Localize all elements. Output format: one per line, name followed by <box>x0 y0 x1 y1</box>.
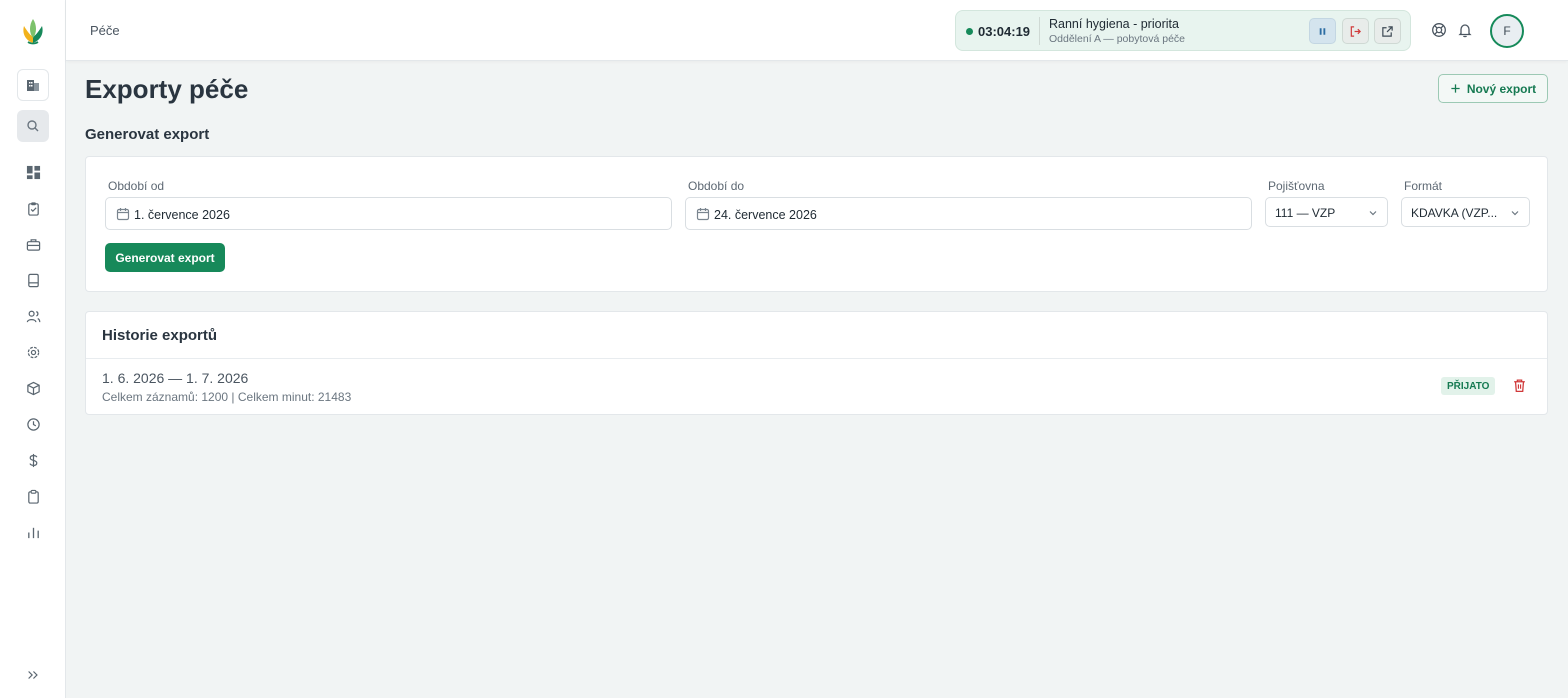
sidebar-item-facility[interactable] <box>17 69 49 101</box>
history-title: Historie exportů <box>102 327 218 344</box>
timer-running-indicator <box>966 28 973 35</box>
building-icon <box>27 80 39 91</box>
export-date-range: 1. 6. 2026 — 1. 7. 2026 <box>102 370 249 386</box>
sidebar-item-tasks[interactable] <box>23 198 43 218</box>
external-link-icon <box>1382 25 1393 37</box>
generate-export-card: Období od 1. července 2026 Období do 24.… <box>85 156 1548 292</box>
dollar-icon <box>28 453 37 467</box>
insurer-value: 111 — VZP <box>1275 206 1336 220</box>
sidebar-item-records[interactable] <box>23 270 43 290</box>
chevron-down-icon <box>1369 211 1377 216</box>
sidebar-item-services[interactable] <box>23 234 43 254</box>
format-select[interactable]: KDAVKA (VZP... <box>1401 197 1530 227</box>
sidebar-item-statistics[interactable] <box>23 522 43 542</box>
period-from-input[interactable]: 1. července 2026 <box>105 197 672 230</box>
timer-task-subtitle: Oddělení A — pobytová péče <box>1049 33 1186 45</box>
format-value: KDAVKA (VZP... <box>1411 206 1498 220</box>
timer-elapsed: 03:04:19 <box>978 24 1031 39</box>
book-icon <box>27 273 39 287</box>
settings-icon <box>27 346 39 358</box>
app-logo[interactable] <box>19 16 47 46</box>
calendar-icon <box>116 208 130 221</box>
user-avatar[interactable]: F <box>1490 14 1524 48</box>
export-summary: Celkem záznamů: 1200 | Celkem minut: 214… <box>102 390 352 404</box>
dashboard-icon <box>26 165 40 179</box>
period-to-value: 24. července 2026 <box>714 208 817 222</box>
sidebar-item-history[interactable] <box>23 414 43 434</box>
lifebuoy-icon <box>1432 23 1446 37</box>
package-icon <box>26 381 40 395</box>
clipboard-check-icon <box>27 201 39 216</box>
calendar-icon <box>696 208 710 221</box>
insurer-label: Pojišťovna <box>1268 179 1325 193</box>
bell-icon <box>1458 24 1472 38</box>
timer-stop-button[interactable] <box>1342 18 1369 44</box>
users-icon <box>26 310 40 322</box>
period-from-label: Období od <box>108 179 165 193</box>
chevrons-right-icon <box>28 671 38 679</box>
search-icon <box>27 120 39 132</box>
period-from-value: 1. července 2026 <box>134 208 230 222</box>
clipboard-icon <box>27 489 39 504</box>
trash-icon[interactable] <box>1512 378 1527 393</box>
notifications-button[interactable] <box>1456 21 1474 39</box>
help-button[interactable] <box>1430 21 1448 39</box>
history-divider <box>86 358 1547 359</box>
timer-task-title: Ranní hygiena - priorita <box>1049 17 1179 31</box>
sidebar-item-billing[interactable] <box>23 450 43 470</box>
insurer-select[interactable]: 111 — VZP <box>1265 197 1388 227</box>
generate-section-title: Generovat export <box>85 126 210 143</box>
timer-pause-button[interactable] <box>1309 18 1336 44</box>
new-export-label: Nový export <box>1466 81 1537 96</box>
timer-divider <box>1039 17 1040 45</box>
chevron-down-icon <box>1511 211 1519 216</box>
breadcrumb[interactable]: Péče <box>90 23 120 38</box>
sidebar-item-reports[interactable] <box>23 486 43 506</box>
new-export-button[interactable]: Nový export <box>1438 74 1548 103</box>
timer-open-button[interactable] <box>1374 18 1401 44</box>
sidebar-item-clients[interactable] <box>23 306 43 326</box>
briefcase-icon <box>26 238 40 251</box>
active-task-timer[interactable]: 03:04:19 Ranní hygiena - priorita Odděle… <box>955 10 1411 51</box>
sidebar-item-inventory[interactable] <box>23 378 43 398</box>
sidebar-expand-button[interactable] <box>23 665 43 685</box>
plus-icon <box>1451 84 1460 93</box>
pause-icon <box>1319 27 1326 35</box>
generate-export-button[interactable]: Generovat export <box>105 243 225 272</box>
page-title: Exporty péče <box>85 74 249 104</box>
period-to-input[interactable]: 24. července 2026 <box>685 197 1252 230</box>
sidebar-item-settings[interactable] <box>23 342 43 362</box>
period-to-label: Období do <box>688 179 745 193</box>
bar-chart-icon <box>27 527 39 538</box>
export-history-card: Historie exportů 1. 6. 2026 — 1. 7. 2026… <box>85 311 1548 415</box>
status-badge: PŘIJATO <box>1441 377 1496 395</box>
top-bar: Péče 03:04:19 Ranní hygiena - priorita O… <box>66 0 1568 61</box>
sidebar <box>0 0 66 698</box>
format-label: Formát <box>1404 179 1443 193</box>
log-out-icon <box>1350 25 1361 37</box>
sidebar-item-dashboard[interactable] <box>23 162 43 182</box>
clock-icon <box>26 417 40 431</box>
sidebar-search-button[interactable] <box>17 110 49 142</box>
